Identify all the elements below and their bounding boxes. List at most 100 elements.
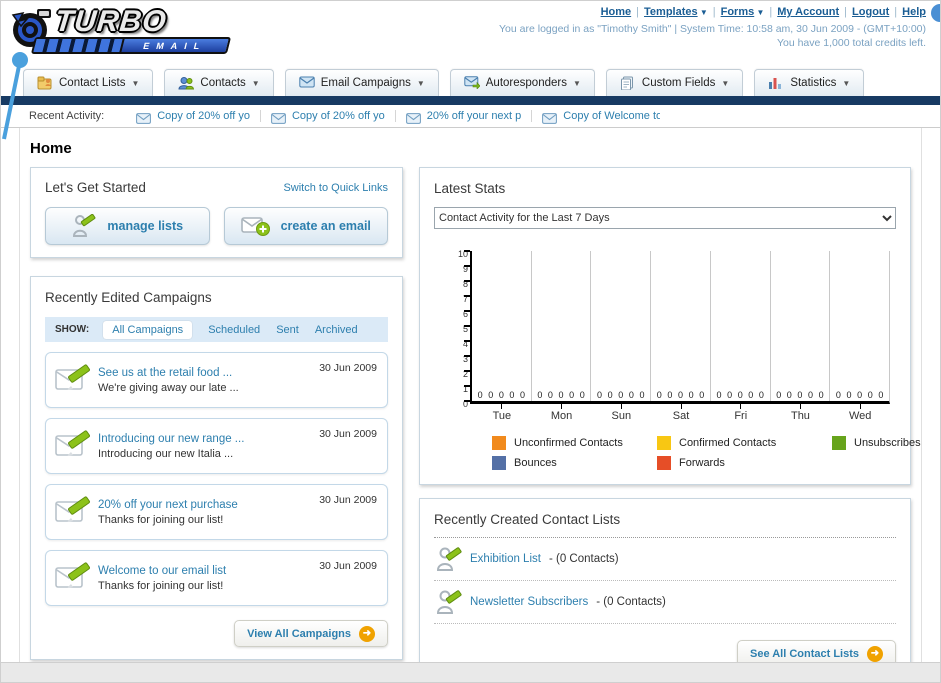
chart-value: 0	[537, 390, 543, 400]
nav-link-home[interactable]: Home	[601, 6, 632, 18]
contact-list-link[interactable]: Newsletter Subscribers	[470, 596, 588, 608]
y-tick-mark	[464, 250, 470, 252]
chart-value: 0	[558, 390, 564, 400]
filter-all-campaigns[interactable]: All Campaigns	[103, 320, 193, 339]
switch-quick-links-link[interactable]: Switch to Quick Links	[283, 182, 388, 194]
filter-sent[interactable]: Sent	[276, 324, 299, 336]
campaign-card[interactable]: See us at the retail food ... We're givin…	[45, 352, 388, 408]
tab-label: Custom Fields	[641, 77, 716, 89]
chart-value: 0	[699, 390, 705, 400]
chart-day-group: 00000	[532, 251, 592, 401]
chart-value: 0	[688, 390, 694, 400]
chart-value: 0	[579, 390, 585, 400]
chart-value: 0	[656, 390, 662, 400]
header-right: Home | Templates ▼ | Forms ▼ | My Account | Logo…	[499, 6, 926, 49]
tab-custom-fields[interactable]: Custom Fields ▼	[605, 69, 744, 96]
recent-activity-item[interactable]: Copy of 20% off yo	[261, 110, 396, 124]
stats-range-select[interactable]: Contact Activity for the Last 7 Days	[434, 207, 896, 229]
chart-value-labels: 00000	[591, 390, 650, 400]
contact-list-items: Exhibition List - (0 Contacts) Newsletter…	[434, 538, 896, 624]
autoresponders-icon	[464, 76, 481, 90]
legend-swatch	[492, 436, 506, 450]
chart-value: 0	[808, 390, 814, 400]
tab-label: Contacts	[200, 77, 246, 89]
page-title: Home	[30, 140, 72, 157]
x-axis-cell: Sat	[651, 404, 711, 422]
y-tick-mark	[464, 370, 470, 372]
nav-separator: |	[894, 6, 898, 18]
recent-activity-item[interactable]: Copy of 20% off yo	[126, 110, 261, 124]
campaign-subtitle: We're giving away our late ...	[98, 381, 239, 394]
main-nav-tabs: Contact Lists ▼ Contacts ▼ Email Campaigns ▼ A…	[1, 63, 940, 96]
chart-value: 0	[547, 390, 553, 400]
campaign-list: See us at the retail food ... We're givin…	[45, 352, 388, 606]
nav-link-my-account[interactable]: My Account	[777, 6, 839, 18]
recent-activity-bar: Recent Activity: Copy of 20% off yo Copy …	[1, 105, 940, 128]
chevron-down-icon: ▼	[754, 8, 765, 17]
legend-label: Unconfirmed Contacts	[514, 437, 623, 449]
contact-lists-icon	[37, 76, 53, 90]
latest-stats-title: Latest Stats	[434, 181, 506, 196]
recent-activity-item[interactable]: 20% off your next p	[396, 110, 533, 124]
recent-activity-item[interactable]: Copy of Welcome to	[532, 110, 670, 124]
contact-list-item[interactable]: Newsletter Subscribers - (0 Contacts)	[434, 581, 896, 624]
get-started-title: Let's Get Started	[45, 180, 146, 195]
chart-day-group: 00000	[830, 251, 889, 401]
x-axis-cell: Thu	[771, 404, 831, 422]
view-all-campaigns-label: View All Campaigns	[247, 627, 351, 640]
view-all-campaigns-button[interactable]: View All Campaigns ➜	[234, 620, 388, 647]
nav-link-templates[interactable]: Templates	[644, 6, 698, 18]
left-column: Let's Get Started Switch to Quick Links …	[30, 167, 403, 660]
legend-item-bounces: Bounces	[492, 456, 657, 470]
x-tick-label: Sun	[611, 410, 632, 422]
create-email-button[interactable]: create an email	[223, 207, 388, 245]
envelope-icon	[542, 111, 558, 124]
campaign-date: 30 Jun 2009	[319, 362, 377, 374]
page-footer	[1, 662, 940, 682]
x-tick-mark	[859, 404, 861, 409]
tab-contact-lists[interactable]: Contact Lists ▼	[23, 69, 154, 96]
campaign-card[interactable]: 20% off your next purchase Thanks for joi…	[45, 484, 388, 540]
filter-archived[interactable]: Archived	[315, 324, 358, 336]
chart-plot-area: 00000000000000000000000000000000000	[464, 250, 890, 404]
x-axis-cell: Tue	[472, 404, 532, 422]
tab-statistics[interactable]: Statistics ▼	[754, 69, 865, 96]
campaign-card[interactable]: Welcome to our email list Thanks for join…	[45, 550, 388, 606]
nav-separator: |	[712, 6, 716, 18]
legend-swatch	[657, 456, 671, 470]
tab-email-campaigns[interactable]: Email Campaigns ▼	[284, 69, 439, 96]
chart-day-group: 00000	[472, 251, 532, 401]
contact-lists-panel: Recently Created Contact Lists Exhibitio…	[419, 498, 911, 680]
campaign-card[interactable]: Introducing our new range ... Introducing…	[45, 418, 388, 474]
y-tick-mark	[464, 280, 470, 282]
manage-lists-label: manage lists	[107, 219, 184, 233]
envelope-pencil-icon	[54, 495, 94, 529]
legend-label: Confirmed Contacts	[679, 437, 777, 449]
chart-value: 0	[628, 390, 634, 400]
chart-value: 0	[835, 390, 841, 400]
contact-list-item[interactable]: Exhibition List - (0 Contacts)	[434, 538, 896, 581]
x-tick-label: Mon	[550, 410, 573, 422]
chevron-down-icon: ▼	[416, 78, 425, 88]
nav-link-help[interactable]: Help	[902, 6, 926, 18]
nav-link-forms[interactable]: Forms	[721, 6, 755, 18]
chart-value: 0	[509, 390, 515, 400]
activity-item-label: Copy of Welcome to	[563, 110, 661, 122]
y-tick-mark	[464, 340, 470, 342]
help-bubble-icon[interactable]	[931, 4, 940, 22]
contact-list-link[interactable]: Exhibition List	[470, 553, 541, 565]
chart-value: 0	[618, 390, 624, 400]
nav-link-logout[interactable]: Logout	[852, 6, 889, 18]
tab-autoresponders[interactable]: Autoresponders ▼	[449, 69, 595, 96]
chevron-down-icon: ▼	[572, 78, 581, 88]
show-label: SHOW:	[55, 324, 90, 335]
header: TURBO EMAIL Home | Templates ▼ | Forms ▼ | My …	[1, 1, 940, 63]
chart-value: 0	[758, 390, 764, 400]
chart-value: 0	[818, 390, 824, 400]
manage-lists-button[interactable]: manage lists	[45, 207, 210, 245]
filter-scheduled[interactable]: Scheduled	[208, 324, 260, 336]
envelope-icon	[405, 111, 421, 124]
x-axis-cell: Mon	[532, 404, 592, 422]
tab-contacts[interactable]: Contacts ▼	[164, 69, 274, 96]
chart-value-labels: 00000	[771, 390, 830, 400]
